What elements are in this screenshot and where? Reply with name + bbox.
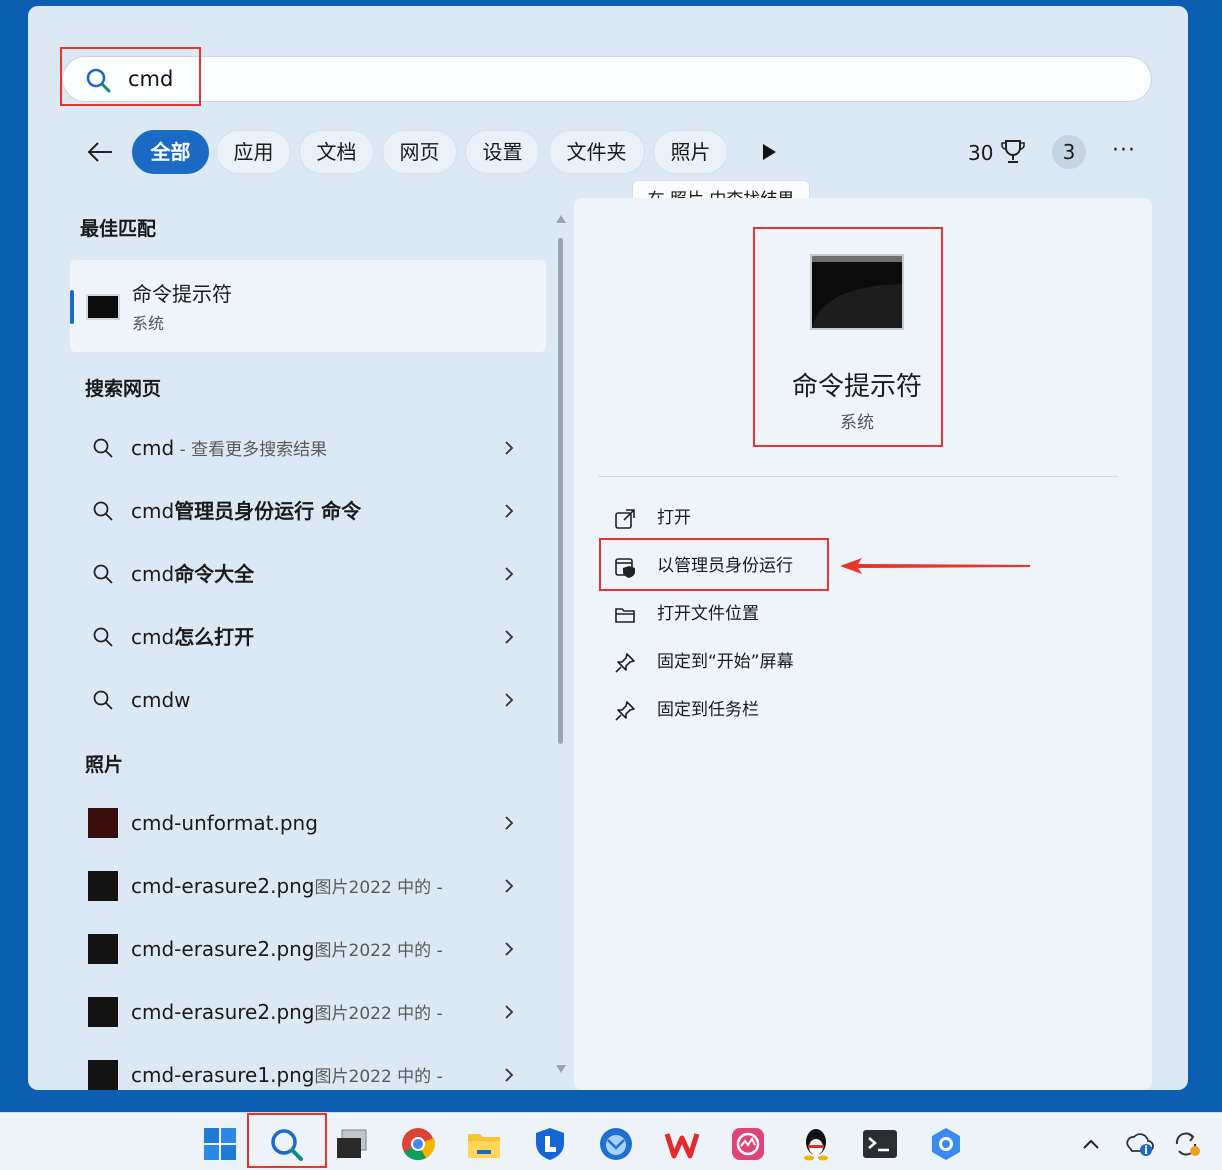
photo-item[interactable]: cmd-erasure2.png图片2022 中的 - bbox=[80, 861, 540, 915]
best-match-subtitle: 系统 bbox=[132, 314, 165, 333]
search-icon bbox=[93, 627, 113, 647]
photo-thumbnail bbox=[88, 871, 118, 901]
highlight-box-search bbox=[60, 47, 201, 106]
highlight-box-admin bbox=[599, 538, 829, 591]
divider bbox=[598, 476, 1118, 477]
rewards-points: 30 bbox=[968, 141, 994, 165]
chrome-icon[interactable] bbox=[400, 1126, 436, 1162]
qq-icon[interactable] bbox=[798, 1126, 834, 1162]
onedrive-info-icon[interactable] bbox=[1124, 1130, 1154, 1158]
chevron-up-icon[interactable] bbox=[1082, 1138, 1100, 1150]
highlight-box-app bbox=[753, 227, 943, 447]
chevron-right-icon[interactable] bbox=[502, 439, 516, 457]
selection-indicator bbox=[70, 290, 74, 324]
photo-thumbnail bbox=[88, 934, 118, 964]
photo-label: cmd-erasure2.png图片2022 中的 - bbox=[131, 874, 443, 898]
file-explorer-icon[interactable] bbox=[466, 1126, 502, 1162]
web-search-item[interactable]: cmd - 查看更多搜索结果 bbox=[80, 423, 540, 477]
more-options-icon[interactable]: ··· bbox=[1112, 138, 1136, 164]
photo-label: cmd-erasure1.png图片2022 中的 - bbox=[131, 1063, 443, 1087]
best-match-title: 命令提示符 bbox=[132, 282, 232, 306]
action-pin-to-start[interactable]: 固定到“开始”屏幕 bbox=[610, 642, 910, 682]
section-web-search: 搜索网页 bbox=[85, 378, 162, 400]
web-search-item[interactable]: cmd命令大全 bbox=[80, 549, 540, 603]
photo-item[interactable]: cmd-unformat.png bbox=[80, 798, 540, 852]
photo-label: cmd-erasure2.png图片2022 中的 - bbox=[131, 1000, 443, 1024]
action-pin-to-taskbar[interactable]: 固定到任务栏 bbox=[610, 690, 910, 730]
search-icon bbox=[93, 564, 113, 584]
chevron-right-icon[interactable] bbox=[502, 1066, 516, 1084]
photo-thumbnail bbox=[88, 1060, 118, 1090]
chevron-right-icon[interactable] bbox=[502, 502, 516, 520]
chevron-right-icon[interactable] bbox=[502, 1003, 516, 1021]
chevron-right-icon[interactable] bbox=[502, 814, 516, 832]
scrollbar-thumb[interactable] bbox=[558, 238, 563, 744]
web-search-item[interactable]: cmd怎么打开 bbox=[80, 612, 540, 666]
account-badge[interactable]: 3 bbox=[1052, 135, 1086, 169]
trophy-icon[interactable] bbox=[1000, 138, 1026, 166]
web-search-label: cmd怎么打开 bbox=[131, 625, 255, 649]
folder-icon bbox=[615, 608, 635, 623]
web-search-label: cmd - 查看更多搜索结果 bbox=[131, 436, 328, 460]
back-arrow-icon[interactable] bbox=[86, 138, 114, 166]
web-search-label: cmdw bbox=[131, 688, 191, 712]
pin-icon bbox=[615, 653, 635, 673]
web-search-item[interactable]: cmd管理员身份运行 命令 bbox=[80, 486, 540, 540]
action-label: 打开文件位置 bbox=[657, 604, 759, 624]
action-open[interactable]: 打开 bbox=[610, 498, 910, 538]
task-view-icon[interactable] bbox=[334, 1126, 370, 1162]
section-best-match: 最佳匹配 bbox=[80, 218, 157, 240]
action-label: 打开 bbox=[657, 508, 691, 528]
action-label: 固定到任务栏 bbox=[657, 700, 759, 720]
wps-office-icon[interactable] bbox=[664, 1126, 700, 1162]
tab-web[interactable]: 网页 bbox=[382, 130, 457, 174]
sync-update-icon[interactable] bbox=[1172, 1130, 1202, 1158]
tab-photos[interactable]: 照片 bbox=[653, 130, 728, 174]
highlight-box-taskbar-search bbox=[247, 1113, 327, 1168]
copilot-app-icon[interactable] bbox=[928, 1126, 964, 1162]
search-icon bbox=[93, 438, 113, 458]
tab-folders[interactable]: 文件夹 bbox=[548, 130, 645, 174]
tab-settings[interactable]: 设置 bbox=[465, 130, 540, 174]
chevron-right-icon[interactable] bbox=[502, 691, 516, 709]
windows-start-icon[interactable] bbox=[202, 1126, 238, 1162]
open-external-icon bbox=[615, 509, 635, 529]
web-search-label: cmd管理员身份运行 命令 bbox=[131, 499, 362, 523]
photo-label: cmd-erasure2.png图片2022 中的 - bbox=[131, 937, 443, 961]
tab-all[interactable]: 全部 bbox=[132, 130, 209, 174]
play-arrow-icon[interactable] bbox=[760, 142, 778, 162]
chevron-right-icon[interactable] bbox=[502, 940, 516, 958]
web-search-item[interactable]: cmdw bbox=[80, 675, 540, 729]
cmd-app-icon bbox=[86, 294, 120, 320]
photo-item[interactable]: cmd-erasure1.png图片2022 中的 - bbox=[80, 1050, 540, 1104]
web-search-label: cmd命令大全 bbox=[131, 562, 255, 586]
search-icon bbox=[93, 501, 113, 521]
chevron-right-icon[interactable] bbox=[502, 565, 516, 583]
action-open-file-location[interactable]: 打开文件位置 bbox=[610, 594, 910, 634]
chevron-right-icon[interactable] bbox=[502, 628, 516, 646]
photo-thumbnail bbox=[88, 808, 118, 838]
annotation-arrow bbox=[840, 558, 1030, 574]
photo-item[interactable]: cmd-erasure2.png图片2022 中的 - bbox=[80, 987, 540, 1041]
photo-thumbnail bbox=[88, 997, 118, 1027]
section-photos: 照片 bbox=[85, 754, 124, 776]
search-icon bbox=[93, 690, 113, 710]
chevron-right-icon[interactable] bbox=[502, 877, 516, 895]
action-label: 固定到“开始”屏幕 bbox=[657, 652, 794, 672]
search-input[interactable] bbox=[62, 56, 1152, 102]
photo-label: cmd-unformat.png bbox=[131, 811, 318, 835]
scroll-up-icon[interactable] bbox=[555, 214, 567, 224]
photo-app-icon[interactable] bbox=[730, 1126, 766, 1162]
tab-apps[interactable]: 应用 bbox=[216, 130, 291, 174]
scroll-down-icon[interactable] bbox=[555, 1064, 567, 1074]
pin-icon bbox=[615, 701, 635, 721]
thunderbird-icon[interactable] bbox=[598, 1126, 634, 1162]
tab-documents[interactable]: 文档 bbox=[299, 130, 374, 174]
security-shield-icon[interactable] bbox=[532, 1126, 568, 1162]
photo-item[interactable]: cmd-erasure2.png图片2022 中的 - bbox=[80, 924, 540, 978]
terminal-icon[interactable] bbox=[862, 1126, 898, 1162]
